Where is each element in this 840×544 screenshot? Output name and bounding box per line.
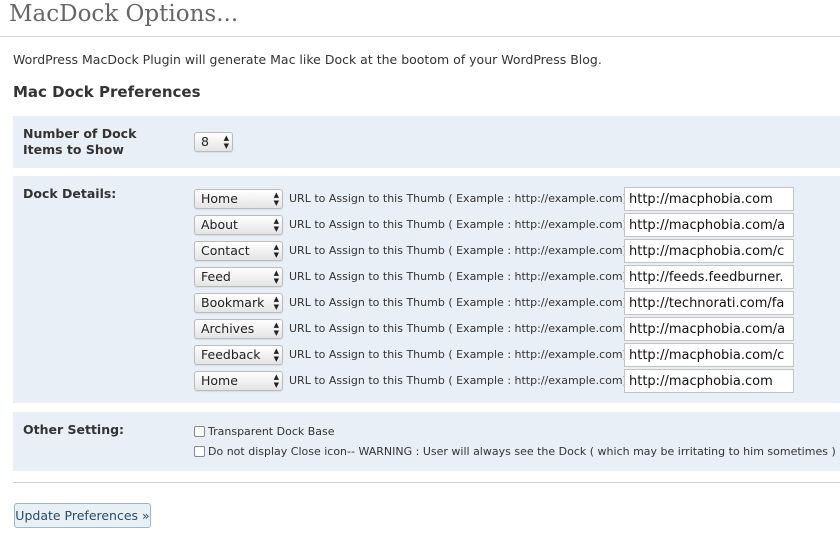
thumb-select[interactable]: Home ▲ ▼ [194,189,283,209]
dock-row-6: Archives ▲ ▼ URL to Assign to this Thumb … [194,317,834,341]
thumb-select-value: Feedback [201,347,261,362]
thumb-select-value: Archives [201,321,255,336]
thumb-select[interactable]: Bookmark ▲ ▼ [194,293,283,313]
dock-details-section: Dock Details: Home ▲ ▼ URL to Assign to t… [13,176,840,403]
other-setting-section: Other Setting: Transparent Dock Base Do … [13,412,840,471]
dock-row-4: Feed ▲ ▼ URL to Assign to this Thumb ( Ex… [194,265,834,289]
other-setting-label: Other Setting: [23,422,125,437]
thumb-url-input[interactable] [624,265,794,289]
thumb-url-input[interactable] [624,291,794,315]
hide-close-icon-label: Do not display Close icon-- WARNING : Us… [208,445,836,458]
thumb-url-input[interactable] [624,317,794,341]
dock-row-7: Feedback ▲ ▼ URL to Assign to this Thumb … [194,343,834,367]
select-arrows-icon: ▲ ▼ [273,191,279,207]
dock-row-5: Bookmark ▲ ▼ URL to Assign to this Thumb … [194,291,834,315]
thumb-select[interactable]: About ▲ ▼ [194,215,283,235]
thumb-select-value: Home [201,191,238,206]
thumb-select[interactable]: Home ▲ ▼ [194,371,283,391]
dock-count-select[interactable]: 8 ▲ ▼ [194,132,233,152]
url-hint: URL to Assign to this Thumb ( Example : … [289,348,627,361]
thumb-select[interactable]: Contact ▲ ▼ [194,241,283,261]
dock-row-8: Home ▲ ▼ URL to Assign to this Thumb ( Ex… [194,369,834,393]
page-title: MacDock Options... [9,1,239,27]
select-arrows-icon: ▲ ▼ [273,243,279,259]
select-arrows-icon: ▲ ▼ [273,347,279,363]
thumb-url-input[interactable] [624,187,794,211]
dock-count-section: Number of Dock Items to Show 8 ▲ ▼ [13,116,840,168]
dock-row-3: Contact ▲ ▼ URL to Assign to this Thumb (… [194,239,834,263]
url-hint: URL to Assign to this Thumb ( Example : … [289,218,627,231]
thumb-select[interactable]: Feed ▲ ▼ [194,267,283,287]
thumb-url-input[interactable] [624,239,794,263]
thumb-select-value: Bookmark [201,295,265,310]
dock-row-2: About ▲ ▼ URL to Assign to this Thumb ( E… [194,213,834,237]
url-hint: URL to Assign to this Thumb ( Example : … [289,322,627,335]
select-arrows-icon: ▲ ▼ [223,134,229,150]
thumb-url-input[interactable] [624,369,794,393]
select-arrows-icon: ▲ ▼ [273,295,279,311]
url-hint: URL to Assign to this Thumb ( Example : … [289,244,627,257]
preferences-heading: Mac Dock Preferences [13,83,201,101]
update-preferences-button[interactable]: Update Preferences » [14,503,151,528]
transparent-dock-label: Transparent Dock Base [208,425,335,438]
thumb-url-input[interactable] [624,343,794,367]
thumb-url-input[interactable] [624,213,794,237]
thumb-select-value: Contact [201,243,250,258]
transparent-dock-checkbox[interactable] [194,426,205,437]
select-arrows-icon: ▲ ▼ [273,373,279,389]
thumb-select[interactable]: Feedback ▲ ▼ [194,345,283,365]
thumb-select[interactable]: Archives ▲ ▼ [194,319,283,339]
thumb-select-value: Home [201,373,238,388]
dock-count-label: Number of Dock Items to Show [23,126,137,157]
thumb-select-value: Feed [201,269,231,284]
title-divider [0,36,840,37]
bottom-divider [13,482,840,483]
dock-details-label: Dock Details: [23,186,117,201]
url-hint: URL to Assign to this Thumb ( Example : … [289,192,627,205]
select-arrows-icon: ▲ ▼ [273,269,279,285]
select-arrows-icon: ▲ ▼ [273,321,279,337]
intro-text: WordPress MacDock Plugin will generate M… [13,52,602,67]
url-hint: URL to Assign to this Thumb ( Example : … [289,296,627,309]
dock-row-1: Home ▲ ▼ URL to Assign to this Thumb ( Ex… [194,187,834,211]
hide-close-icon-checkbox[interactable] [194,446,205,457]
select-arrows-icon: ▲ ▼ [273,217,279,233]
url-hint: URL to Assign to this Thumb ( Example : … [289,374,627,387]
thumb-select-value: About [201,217,238,232]
dock-count-value: 8 [201,134,209,149]
url-hint: URL to Assign to this Thumb ( Example : … [289,270,627,283]
